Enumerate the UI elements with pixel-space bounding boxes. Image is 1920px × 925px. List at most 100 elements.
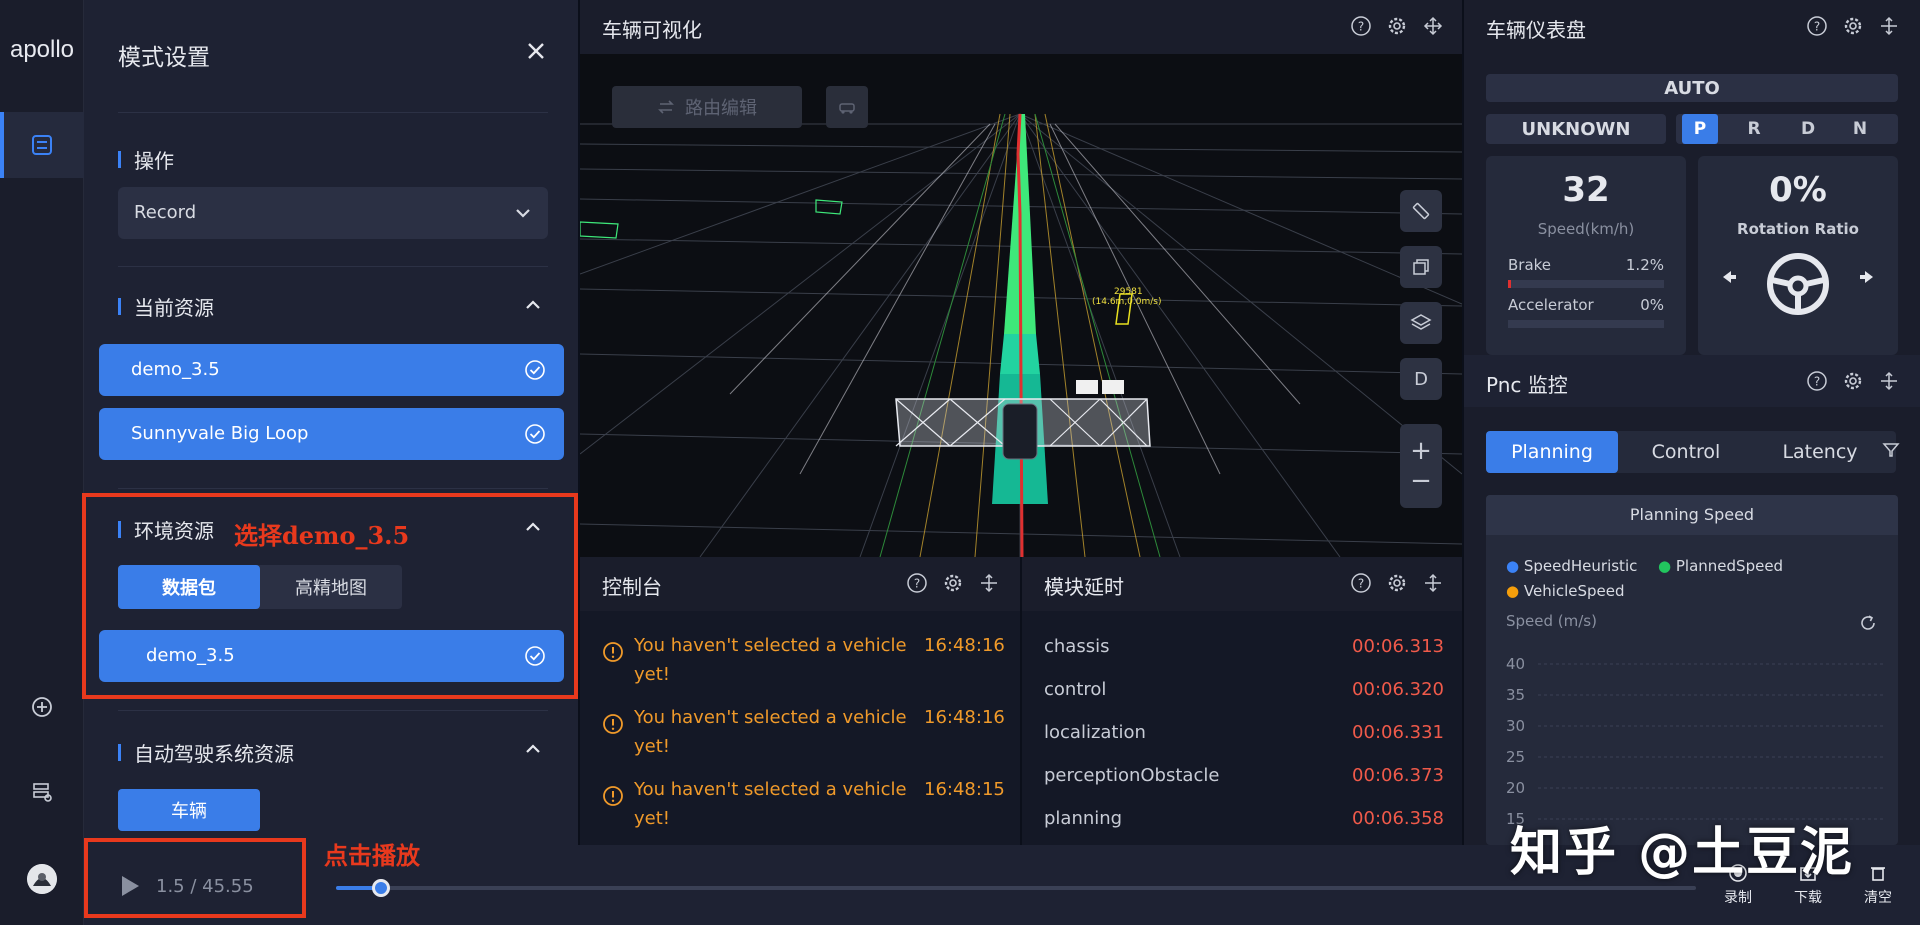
gear-icon[interactable] — [942, 572, 964, 594]
gear-icon[interactable] — [1386, 15, 1408, 37]
zoom-controls: + − — [1400, 424, 1442, 508]
latency-value: 00:06.320 — [1352, 679, 1444, 700]
help-icon[interactable]: ? — [1806, 15, 1828, 37]
route-edit-button[interactable]: 路由编辑 — [612, 86, 802, 128]
move-icon[interactable] — [978, 572, 1000, 594]
close-icon[interactable] — [521, 36, 551, 66]
vehicle-button[interactable]: 车辆 — [118, 789, 260, 831]
resource-manager-icon[interactable] — [28, 778, 56, 806]
tab-latency[interactable]: Latency — [1754, 431, 1886, 473]
brake-value: 1.2% — [1625, 256, 1664, 274]
watermark: 知乎 @土豆泥 — [1510, 823, 1855, 883]
help-icon[interactable]: ? — [906, 572, 928, 594]
legend-item: ● SpeedHeuristic — [1506, 557, 1638, 575]
drive-mode-badge: AUTO — [1486, 74, 1898, 102]
brake-bar-fill — [1508, 280, 1512, 288]
legend-label: SpeedHeuristic — [1523, 557, 1638, 575]
y-tick: 20 — [1506, 779, 1526, 797]
current-resource-item[interactable]: Sunnyvale Big Loop — [99, 408, 564, 460]
help-icon[interactable]: ? — [1350, 15, 1372, 37]
user-avatar[interactable] — [27, 864, 57, 894]
section-operation-title: 操作 — [134, 149, 174, 173]
route-edit-label: 路由编辑 — [685, 98, 757, 119]
chevron-down-icon — [516, 209, 530, 218]
latency-value: 00:06.373 — [1352, 765, 1444, 786]
chart-title: Planning Speed — [1486, 495, 1898, 535]
move-icon[interactable] — [1878, 15, 1900, 37]
tab-planning[interactable]: Planning — [1486, 431, 1618, 473]
console-message-time: 16:48:15 — [924, 779, 1005, 800]
divider — [118, 710, 548, 711]
vehicle-dashboard: 车辆仪表盘 ? AUTO UNKNOWN P R D N 32 Speed(km… — [1464, 0, 1920, 355]
gear-icon[interactable] — [1386, 572, 1408, 594]
zoom-in-button[interactable]: + — [1410, 436, 1432, 466]
ruler-button[interactable] — [1400, 190, 1442, 232]
copy-button[interactable] — [1400, 246, 1442, 288]
progress-knob[interactable] — [371, 879, 390, 897]
gear-n: N — [1852, 119, 1868, 139]
panel-title: 模式设置 — [118, 45, 210, 71]
latency-name: control — [1044, 679, 1107, 700]
gear-icon[interactable] — [1842, 15, 1864, 37]
accelerator-bar — [1508, 320, 1664, 328]
section-ads-title: 自动驾驶系统资源 — [134, 742, 294, 766]
latency-row: planning 00:06.358 — [1044, 808, 1444, 838]
divider — [118, 266, 548, 267]
gear-d: D — [1800, 119, 1816, 139]
add-panel-icon[interactable] — [28, 693, 56, 721]
move-icon[interactable] — [1878, 370, 1900, 392]
progress-track[interactable] — [336, 879, 1696, 897]
latency-row: control 00:06.320 — [1044, 679, 1444, 709]
planning-speed-chart: Planning Speed ● SpeedHeuristic ● Planne… — [1486, 495, 1898, 845]
latency-title: 模块延时 — [1044, 575, 1124, 599]
vehicle-visualization[interactable]: 29581 (14.6m,0.0m/s) 路由编辑 D + − — [580, 54, 1462, 557]
warning-icon — [603, 642, 623, 662]
chevron-up-icon[interactable] — [524, 740, 542, 758]
console-message-time: 16:48:16 — [924, 635, 1005, 656]
gear-icon[interactable] — [1842, 370, 1864, 392]
download-label: 下载 — [1794, 890, 1822, 906]
zoom-out-button[interactable]: − — [1410, 466, 1432, 496]
legend-label: PlannedSpeed — [1675, 557, 1784, 575]
rail-item-mode-settings[interactable] — [0, 112, 84, 178]
layers-button[interactable] — [1400, 302, 1442, 344]
refresh-icon[interactable] — [1858, 613, 1878, 633]
current-resource-item[interactable]: demo_3.5 — [99, 344, 564, 396]
latency-panel: chassis 00:06.313 control 00:06.320 locali… — [1022, 611, 1462, 845]
operation-select[interactable]: Record — [118, 187, 548, 239]
filter-icon[interactable] — [1882, 441, 1900, 459]
console-panel: You haven't selected a vehicle yet! 16:4… — [580, 611, 1020, 845]
speed-card: 32 Speed(km/h) Brake 1.2% Accelerator 0% — [1486, 156, 1686, 355]
obstacle-id-label: 29581 — [1114, 287, 1143, 297]
help-icon[interactable]: ? — [1350, 572, 1372, 594]
svg-text:?: ? — [1814, 375, 1820, 389]
latency-name: chassis — [1044, 636, 1110, 657]
trash-icon — [1871, 867, 1885, 881]
view-mode-button[interactable]: D — [1400, 358, 1442, 400]
help-icon[interactable]: ? — [1806, 370, 1828, 392]
move-icon[interactable] — [1422, 572, 1444, 594]
arrow-left-icon — [1723, 271, 1736, 283]
pnc-title: Pnc 监控 — [1486, 373, 1568, 397]
viz-header: 车辆可视化 ? — [580, 0, 1462, 54]
clear-button[interactable]: 清空 — [1858, 863, 1898, 907]
y-tick: 30 — [1506, 717, 1526, 735]
rotation-label: Rotation Ratio — [1737, 220, 1859, 238]
annotation-select-demo: 选择demo_3.5 — [234, 521, 410, 550]
steering-wheel-icon — [1767, 253, 1829, 315]
rotation-card: 0% Rotation Ratio — [1698, 156, 1898, 355]
current-resource-label: demo_3.5 — [131, 359, 220, 380]
tab-control[interactable]: Control — [1620, 431, 1752, 473]
annotation-box-play — [84, 838, 306, 918]
legend-item: ● PlannedSpeed — [1658, 557, 1784, 575]
ruler-icon — [1412, 202, 1430, 220]
move-icon[interactable] — [1422, 15, 1444, 37]
clear-label: 清空 — [1864, 890, 1892, 906]
current-resource-label: Sunnyvale Big Loop — [131, 423, 309, 444]
latency-header-icons: ? — [1350, 572, 1444, 594]
chevron-up-icon[interactable] — [524, 296, 542, 314]
console-message-time: 16:48:16 — [924, 707, 1005, 728]
y-tick: 35 — [1506, 686, 1526, 704]
route-reset-button[interactable] — [826, 86, 868, 128]
route-icon — [658, 100, 674, 114]
